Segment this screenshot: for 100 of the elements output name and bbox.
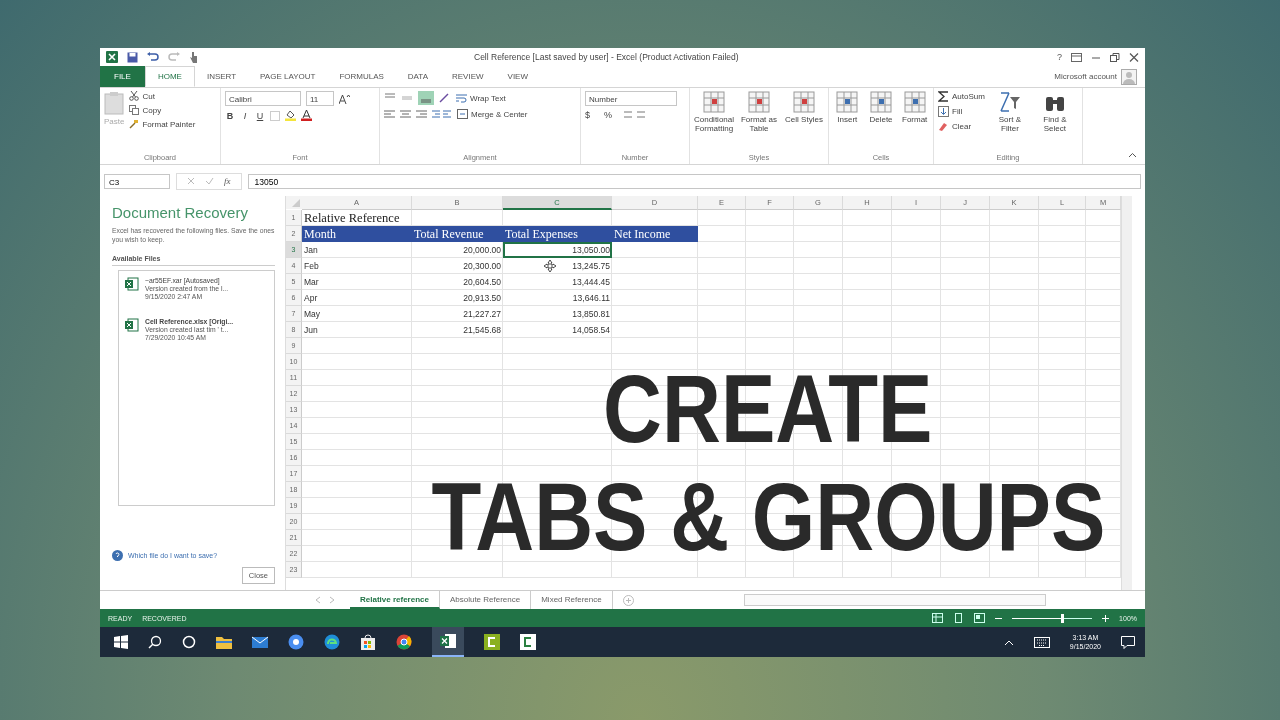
font-style-button[interactable]: I — [240, 110, 250, 121]
ring-icon[interactable] — [182, 635, 196, 649]
ribbon-button[interactable]: Sort & Filter — [989, 91, 1030, 134]
column-heading: Month — [302, 226, 412, 242]
grow-font-icon[interactable] — [339, 93, 350, 104]
ribbon-tab[interactable]: FILE — [100, 66, 145, 87]
close-icon[interactable] — [1129, 52, 1139, 62]
brush-icon — [129, 119, 140, 129]
ribbon-button[interactable]: Delete — [866, 91, 896, 125]
ribbon-display-icon[interactable] — [1071, 52, 1082, 62]
grid-icon — [748, 91, 770, 113]
collapse-icon[interactable] — [1128, 152, 1137, 158]
folder-icon[interactable] — [216, 635, 232, 649]
pane-title: Document Recovery — [112, 204, 249, 221]
ribbon-button[interactable]: Cell Styles — [784, 91, 824, 125]
ribbon-tab[interactable]: REVIEW — [440, 66, 496, 87]
table-cell-text: 14,058.54 — [571, 324, 611, 337]
normal-view-icon[interactable] — [932, 613, 944, 623]
ribbon-button[interactable]: Clear — [938, 121, 985, 132]
font-color-icon[interactable] — [301, 110, 312, 121]
window-title: Cell Reference [Last saved by user] - Excel (Product Activation Failed) — [474, 52, 739, 62]
merge-icon — [457, 109, 468, 119]
ribbon-tab[interactable]: DATA — [395, 66, 440, 87]
column-heading: Total Expenses — [503, 226, 612, 242]
ribbon-button[interactable]: Fill — [938, 106, 985, 117]
ribbon-button[interactable]: Copy — [129, 105, 196, 115]
table-cell-text: 13,646.11 — [571, 292, 611, 305]
start-icon[interactable] — [114, 635, 128, 649]
touch-icon[interactable] — [189, 51, 198, 63]
font-style-button[interactable]: U — [255, 110, 265, 121]
ribbon-button[interactable]: Cut — [129, 91, 196, 101]
bag-icon[interactable] — [360, 634, 376, 650]
table-cell-text: 20,913.50 — [462, 292, 502, 305]
sigma-icon — [938, 91, 949, 102]
page-break-icon[interactable] — [974, 613, 986, 623]
table-cell-text: Jan — [303, 244, 319, 257]
table-cell-text: Jun — [303, 324, 319, 337]
help-button[interactable]: ? — [1057, 52, 1062, 62]
number-format-dropdown[interactable]: Number — [585, 91, 677, 106]
horizontal-scrollbar[interactable] — [743, 594, 1046, 606]
excel-logo-icon — [106, 51, 118, 63]
ribbon-button[interactable]: Find & Select — [1034, 91, 1075, 134]
orientation-icon[interactable] — [439, 93, 451, 103]
font-style-button[interactable]: B — [225, 110, 235, 121]
ribbon-tab[interactable]: FORMULAS — [327, 66, 396, 87]
ribbon-button[interactable]: Conditional Formatting — [694, 91, 734, 134]
chevron-up-icon[interactable] — [1003, 638, 1014, 646]
ribbon-tab[interactable]: HOME — [144, 66, 195, 87]
app-icon[interactable] — [520, 634, 536, 650]
sort-filter-icon — [998, 91, 1021, 113]
vertical-scrollbar[interactable] — [1121, 196, 1132, 590]
notification-icon[interactable] — [1121, 635, 1135, 649]
number-format-button[interactable]: $ — [585, 110, 599, 120]
table-cell-text: May — [303, 308, 322, 321]
name-box[interactable]: C3 — [104, 173, 170, 189]
wrap-text-button[interactable]: Wrap Text — [456, 93, 506, 103]
taskbar-app-button[interactable] — [432, 627, 464, 657]
insert-function-button[interactable]: fx — [224, 176, 231, 186]
table-cell-text: 21,227.27 — [462, 308, 502, 321]
copy-icon — [129, 105, 140, 115]
table-cell-text: Apr — [303, 292, 319, 305]
formula-field[interactable]: 13050 — [247, 173, 1141, 189]
excel-file-icon[interactable] — [125, 317, 139, 332]
wrap-icon — [456, 93, 467, 103]
grid-icon — [793, 91, 815, 113]
table-cell-text: 13,444.45 — [571, 276, 611, 289]
undo-icon[interactable] — [147, 52, 159, 62]
fill-color-icon[interactable] — [285, 110, 296, 121]
sheet-tab[interactable]: Relative reference — [350, 591, 440, 609]
grid-icon — [903, 91, 926, 113]
ribbon-button[interactable]: AutoSum — [938, 91, 985, 102]
ribbon-button[interactable]: Format Painter — [129, 119, 196, 129]
fill-down-icon — [938, 106, 949, 117]
clipboard-icon[interactable] — [104, 91, 125, 115]
ribbon-tab[interactable]: PAGE LAYOUT — [248, 66, 328, 87]
zoom-in-icon[interactable] — [1102, 614, 1110, 622]
envelope-icon[interactable] — [252, 635, 268, 649]
merge-center-button[interactable]: Merge & Center — [457, 109, 528, 119]
check-icon[interactable] — [205, 177, 214, 185]
number-format-button[interactable]: % — [604, 110, 618, 120]
restore-icon[interactable] — [1110, 52, 1120, 62]
save-icon[interactable] — [127, 51, 138, 63]
table-cell-text: Feb — [303, 260, 320, 273]
page-layout-icon[interactable] — [953, 613, 965, 623]
font-size-dropdown[interactable]: 11 — [306, 91, 334, 106]
keyboard-icon[interactable] — [1033, 636, 1050, 648]
table-cell-text: 20,604.50 — [462, 276, 502, 289]
account-link[interactable]: Microsoft account — [1054, 72, 1117, 81]
excel-file-icon[interactable] — [125, 276, 139, 291]
ribbon-button[interactable]: Insert — [833, 91, 862, 125]
ribbon-button[interactable]: Format — [900, 91, 929, 125]
ribbon-tab[interactable]: VIEW — [495, 66, 540, 87]
font-dropdown[interactable]: Calibri — [225, 91, 301, 106]
ribbon-tab[interactable]: INSERT — [194, 66, 249, 87]
ribbon-button[interactable]: Format as Table — [739, 91, 779, 134]
grid-icon — [870, 91, 892, 113]
search-icon[interactable] — [148, 635, 162, 649]
color-wheel-icon[interactable] — [396, 634, 412, 650]
help-icon — [112, 550, 123, 561]
move-cursor-icon — [544, 260, 556, 272]
